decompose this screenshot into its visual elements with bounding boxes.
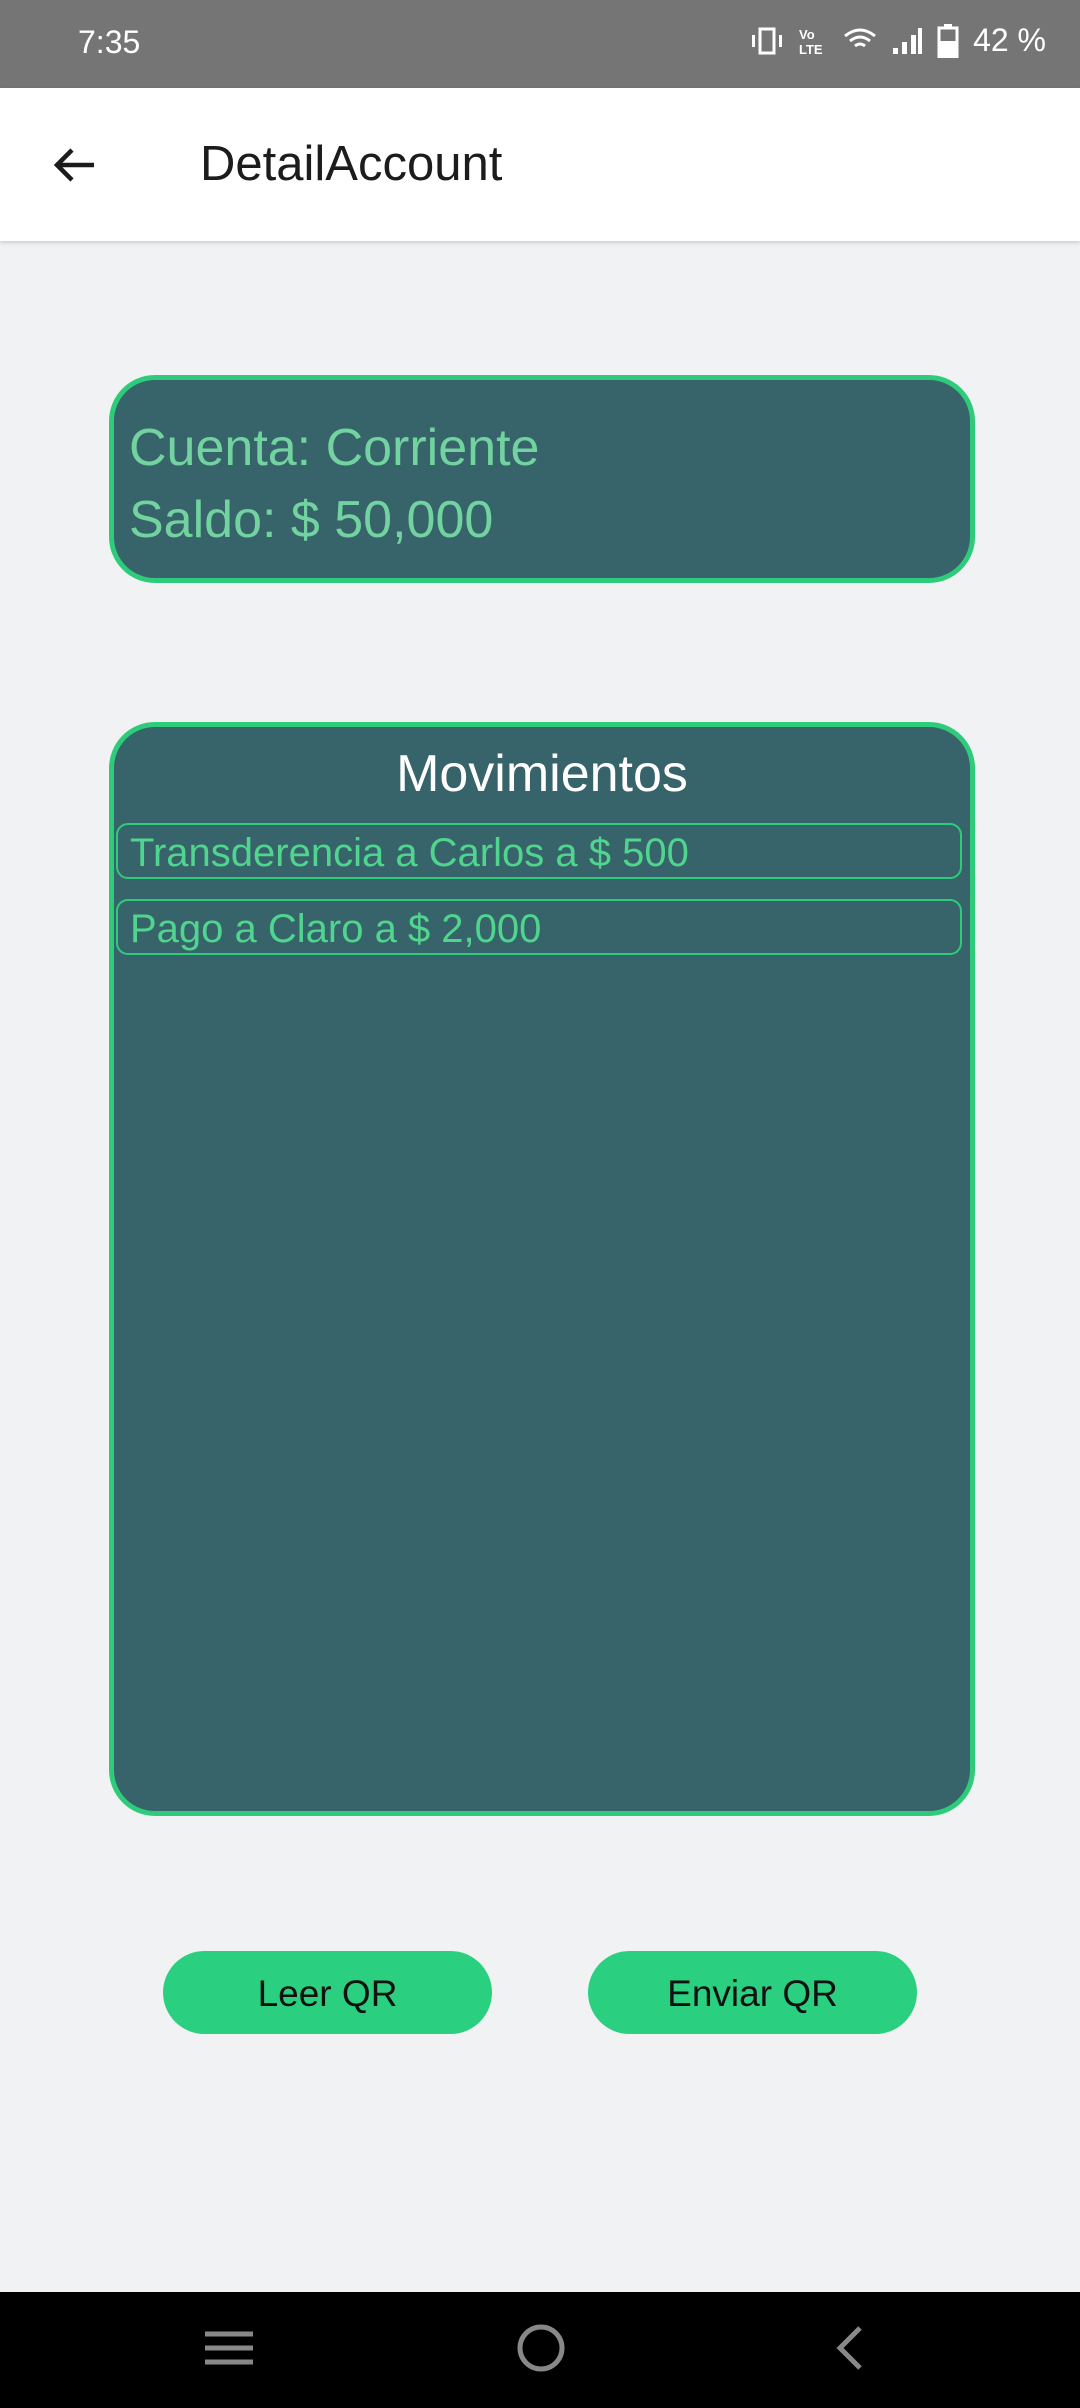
svg-text:Vo: Vo: [799, 27, 815, 42]
read-qr-button[interactable]: Leer QR: [163, 1951, 492, 2034]
page-title: DetailAccount: [200, 137, 503, 191]
account-card: Cuenta: Corriente Saldo: $ 50,000: [109, 375, 975, 583]
volte-icon: VoLTE: [799, 27, 823, 56]
status-bar: 7:35 Vo LTE 42 %: [0, 0, 1080, 88]
battery-percent: 42 %: [973, 22, 1046, 58]
list-item[interactable]: Pago a Claro a $ 2,000: [116, 899, 962, 955]
movements-title: Movimientos: [396, 745, 688, 803]
battery-icon: [937, 23, 959, 58]
send-qr-button[interactable]: Enviar QR: [588, 1951, 917, 2034]
home-icon[interactable]: [515, 2322, 567, 2379]
svg-text:LTE: LTE: [799, 42, 823, 56]
account-balance: Saldo: $ 50,000: [129, 491, 494, 549]
list-item[interactable]: Transderencia a Carlos a $ 500: [116, 823, 962, 879]
back-nav-icon[interactable]: [830, 2322, 870, 2379]
wifi-icon: [844, 28, 876, 47]
clock: 7:35: [78, 24, 141, 60]
vibrate-icon: [752, 27, 783, 54]
recent-apps-icon[interactable]: [203, 2322, 255, 2379]
movements-card: Movimientos Transderencia a Carlos a $ 5…: [109, 722, 975, 1816]
system-nav-bar: [0, 2292, 1080, 2408]
arrow-left-icon[interactable]: [50, 140, 100, 190]
app-bar: DetailAccount: [0, 88, 1080, 241]
signal-icon: [893, 27, 923, 54]
account-type: Cuenta: Corriente: [129, 419, 540, 477]
